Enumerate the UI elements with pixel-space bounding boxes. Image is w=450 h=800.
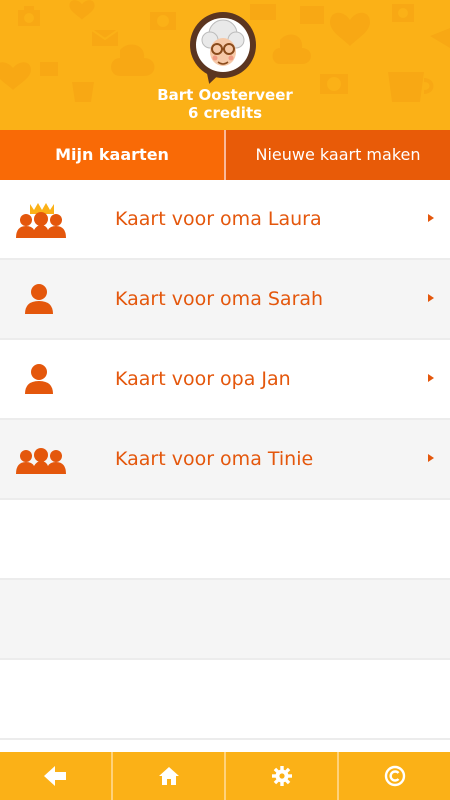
list-item-card-laura[interactable]: Kaart voor oma Laura [0,180,450,260]
tab-nieuwe-kaart-maken[interactable]: Nieuwe kaart maken [226,130,450,180]
credits-count: 6 credits [187,104,263,122]
back-arrow-icon [43,766,66,786]
list-item-card-tinie[interactable]: Kaart voor oma Tinie [0,420,450,500]
profile-header: Bart Oosterveer 6 credits [0,0,450,130]
group-crown-icon [14,198,68,240]
home-icon [158,767,179,785]
tab-bar: Mijn kaarten Nieuwe kaart maken [0,130,450,180]
tab-mijn-kaarten[interactable]: Mijn kaarten [0,130,224,180]
empty-row [0,660,450,740]
list-item-card-jan[interactable]: Kaart voor opa Jan [0,340,450,420]
bottom-toolbar [0,752,450,800]
chevron-right-icon [428,374,434,382]
settings-button[interactable] [226,752,337,800]
gear-icon [271,766,292,786]
empty-row [0,580,450,660]
card-label: Kaart voor oma Laura [115,208,322,230]
chevron-right-icon [428,454,434,462]
home-button[interactable] [113,752,224,800]
group-icon [14,438,68,480]
back-button[interactable] [0,752,111,800]
user-name: Bart Oosterveer [157,86,293,104]
copyright-button[interactable] [339,752,450,800]
card-label: Kaart voor oma Tinie [115,448,314,470]
copyright-icon [384,765,405,787]
card-list: Kaart voor oma Laura Kaart voor oma Sara… [0,180,450,740]
grandma-avatar-icon [196,18,250,72]
card-label: Kaart voor oma Sarah [115,288,324,310]
person-icon [14,278,68,320]
chevron-right-icon [428,294,434,302]
card-label: Kaart voor opa Jan [115,368,291,390]
avatar[interactable] [190,12,256,78]
empty-row [0,500,450,580]
list-item-card-sarah[interactable]: Kaart voor oma Sarah [0,260,450,340]
chevron-right-icon [428,214,434,222]
person-icon [14,358,68,400]
